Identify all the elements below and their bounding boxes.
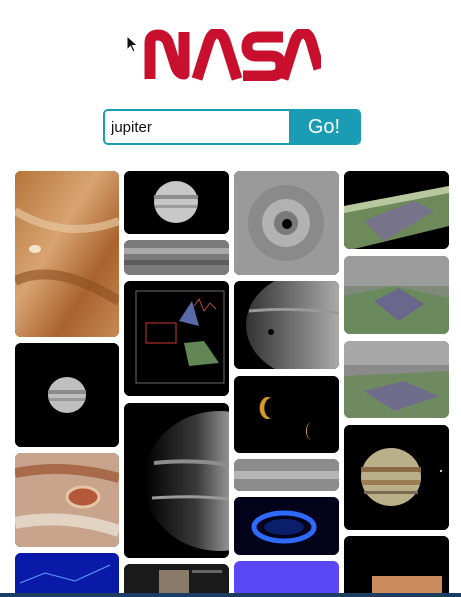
thumbnail-jupiter-moon-transit[interactable]	[234, 281, 339, 369]
thumbnail-jupiter-crescent-moons[interactable]	[234, 376, 339, 453]
nasa-logo	[144, 29, 321, 81]
thumbnail-jupiter-blue-aurora[interactable]	[234, 497, 339, 555]
thumbnail-jupiter-color-disk[interactable]	[344, 425, 449, 530]
thumbnail-jupiter-orange-tile[interactable]	[344, 536, 449, 597]
thumbnail-jupiter-gray-strip[interactable]	[234, 459, 339, 491]
mouse-cursor-icon	[126, 35, 139, 53]
thumbnail-jupiter-gray-swirl-pole[interactable]	[234, 171, 339, 275]
thumbnail-jupiter-3d-terrain-map[interactable]	[344, 171, 449, 249]
go-button[interactable]: Go!	[289, 111, 359, 143]
search-input[interactable]	[105, 111, 289, 143]
thumbnail-jupiter-great-red-spot[interactable]	[15, 453, 119, 547]
thumbnail-jupiter-spectrum-chart[interactable]	[124, 281, 229, 396]
thumbnail-jupiter-banded-strip[interactable]	[124, 240, 229, 275]
thumbnail-jupiter-half-lit-globe[interactable]	[124, 403, 229, 558]
search-bar: Go!	[103, 109, 361, 145]
thumbnail-jupiter-3d-strip[interactable]	[344, 341, 449, 418]
thumbnail-jupiter-purple-tile[interactable]	[234, 561, 339, 597]
thumbnail-jupiter-3d-terrain-map-2[interactable]	[344, 256, 449, 334]
thumbnail-jupiter-telescope-disk-small[interactable]	[15, 343, 119, 447]
thumbnail-jupiter-cloud-bands-closeup[interactable]	[15, 171, 119, 337]
thumbnail-jupiter-blue-plot[interactable]	[15, 553, 119, 597]
thumbnail-jupiter-disk-dark-bg[interactable]	[124, 171, 229, 234]
bottom-edge-bar	[0, 593, 461, 597]
